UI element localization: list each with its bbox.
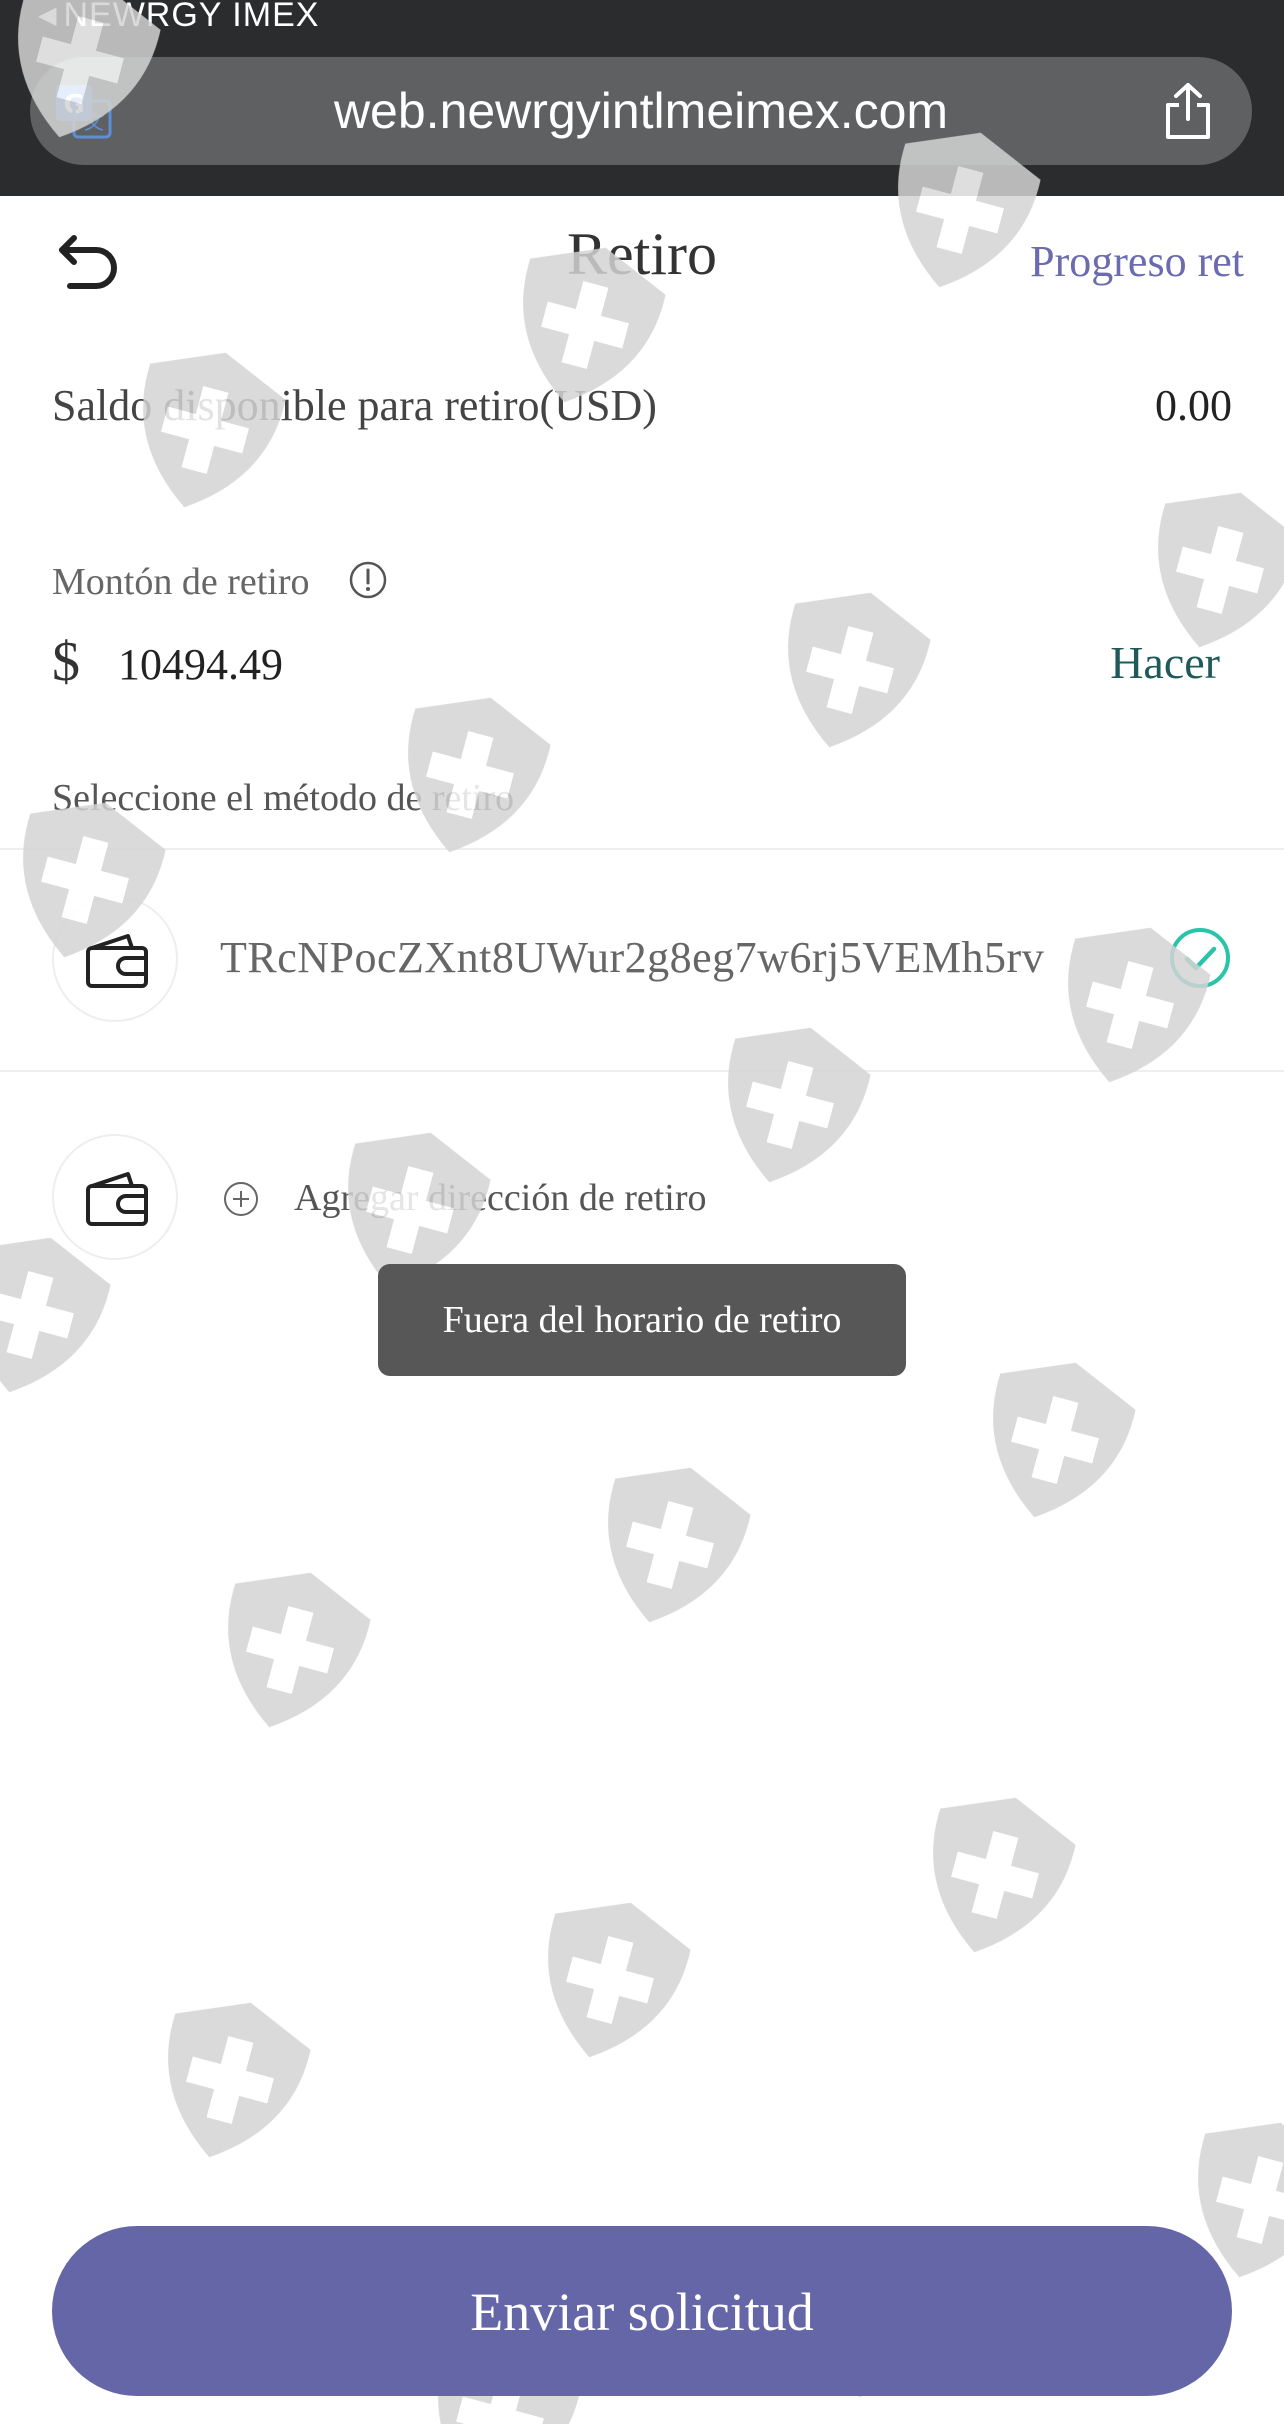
withdrawal-amount-row: $ Hacer <box>52 631 1232 693</box>
shield-cross-icon <box>906 1779 1084 1971</box>
withdrawal-method-label: Seleccione el método de retiro <box>52 777 515 819</box>
shield-cross-icon <box>521 1884 699 2076</box>
url-text: web.newrgyintlmeimex.com <box>333 83 949 139</box>
add-withdrawal-address-label: Agregar dirección de retiro <box>294 1177 707 1219</box>
withdrawal-progress-link[interactable]: Progreso ret <box>1030 236 1244 287</box>
add-withdrawal-address-row[interactable]: Agregar dirección de retiro <box>0 1134 1284 1264</box>
available-balance-row: Saldo disponible para retiro(USD) 0.00 <box>52 380 1232 440</box>
shield-cross-icon <box>201 1554 379 1746</box>
shield-cross-icon <box>381 679 559 871</box>
shield-cross-icon <box>581 1449 759 1641</box>
address-bar[interactable]: G 文 web.newrgyintlmeimex.com <box>30 57 1252 165</box>
available-balance-value: 0.00 <box>1155 381 1232 430</box>
wallet-icon-circle <box>52 1134 178 1260</box>
wallet-icon <box>86 934 148 988</box>
shield-cross-icon <box>141 1984 319 2176</box>
withdrawal-amount-input[interactable] <box>118 636 818 692</box>
share-icon[interactable] <box>1162 81 1214 141</box>
available-balance-label: Saldo disponible para retiro(USD) <box>52 381 657 430</box>
plus-circle-icon <box>224 1182 258 1216</box>
wallet-icon <box>86 1172 148 1226</box>
wallet-icon-circle <box>52 896 178 1022</box>
divider <box>0 1070 1284 1072</box>
back-to-app-link[interactable]: ◀ NEWRGY IMEX <box>38 0 319 34</box>
check-circle-icon <box>1170 928 1230 988</box>
submit-request-button[interactable]: Enviar solicitud <box>52 2226 1232 2396</box>
toast-message: Fuera del horario de retiro <box>378 1264 906 1376</box>
back-triangle-icon: ◀ <box>38 2 58 29</box>
withdrawal-address-text: TRcNPocZXnt8UWur2g8eg7w6rj5VEMh5rv <box>220 933 1045 982</box>
withdrawal-amount-label: Montón de retiro <box>52 561 310 603</box>
browser-toolbar: ◀ NEWRGY IMEX G 文 web.newrgyintlmeimex.co… <box>0 0 1284 196</box>
shield-cross-icon <box>966 1344 1144 1536</box>
withdrawal-address-option[interactable]: TRcNPocZXnt8UWur2g8eg7w6rj5VEMh5rv <box>0 850 1284 1070</box>
page-header: Retiro Progreso ret <box>0 196 1284 326</box>
back-app-label: NEWRGY IMEX <box>63 0 320 34</box>
currency-symbol: $ <box>52 631 80 693</box>
info-icon[interactable] <box>348 560 388 600</box>
withdraw-all-button[interactable]: Hacer <box>1110 636 1220 689</box>
